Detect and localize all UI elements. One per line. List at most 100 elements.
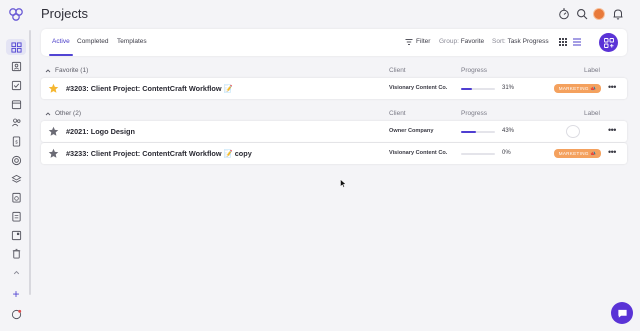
sidebar-item-dashboard[interactable] — [6, 39, 26, 55]
label-badge[interactable]: MARKETING 📣 — [554, 149, 601, 158]
sidebar-item-trash[interactable] — [10, 247, 22, 259]
tabs-toolbar: Active Completed Templates Filter Group:… — [41, 29, 627, 56]
progress-bar — [461, 88, 495, 90]
megaphone-emoji: 📣 — [590, 150, 597, 156]
sidebar-item-layers[interactable] — [10, 173, 22, 185]
project-row[interactable]: #3203: Client Project: ContentCraft Work… — [41, 78, 627, 99]
search-button[interactable] — [576, 8, 588, 20]
star-icon[interactable] — [48, 148, 59, 159]
client-name: Visionary Content Co. — [389, 85, 448, 91]
group-name: Favorite (1) — [55, 67, 89, 74]
sidebar-item-reports[interactable] — [10, 210, 22, 222]
sidebar-item-invoices[interactable]: $ — [10, 135, 22, 147]
sidebar: $ + — [0, 0, 32, 331]
chevron-up-icon — [13, 270, 19, 274]
filter-icon[interactable] — [405, 38, 413, 46]
progress-bar — [461, 153, 495, 155]
chevron-up-icon — [45, 69, 51, 73]
star-icon[interactable] — [48, 83, 59, 94]
progress-percent: 31% — [502, 85, 515, 91]
group-name: Other (2) — [55, 110, 82, 117]
board-icon — [11, 230, 21, 240]
tab-active[interactable]: Active — [52, 38, 70, 45]
sidebar-item-users[interactable] — [10, 116, 22, 128]
dashboard-icon — [10, 41, 22, 53]
project-title[interactable]: #3233: Client Project: ContentCraft Work… — [66, 149, 252, 158]
search-icon — [577, 9, 588, 20]
progress-percent: 43% — [502, 128, 515, 134]
contact-card-icon — [11, 61, 21, 71]
sidebar-scrollbar[interactable] — [29, 30, 31, 295]
column-header-label: Label — [584, 110, 600, 117]
group-by-button[interactable]: Group: Favorite — [439, 38, 484, 45]
app-logo[interactable] — [8, 6, 24, 22]
sidebar-item-boards[interactable] — [10, 229, 22, 241]
label-badge[interactable]: MARKETING 📣 — [554, 84, 601, 93]
progress-fill — [461, 131, 476, 133]
help-icon — [11, 309, 21, 319]
add-project-button[interactable] — [599, 33, 618, 52]
progress-bar — [461, 131, 495, 133]
mouse-cursor-icon — [340, 179, 347, 188]
invoice-icon: $ — [12, 135, 20, 147]
chevron-up-icon — [45, 112, 51, 116]
sidebar-collapse[interactable] — [10, 266, 22, 278]
column-header-progress: Progress — [461, 67, 488, 74]
progress-fill — [461, 88, 472, 90]
progress-percent: 0% — [502, 150, 511, 156]
column-header-label: Label — [584, 67, 600, 74]
label-text: MARKETING — [558, 151, 589, 156]
more-options-button[interactable]: ••• — [608, 148, 618, 157]
sidebar-item-timesheets[interactable] — [10, 191, 22, 203]
sidebar-help[interactable] — [10, 308, 22, 320]
chat-icon — [617, 309, 627, 318]
group-header-favorite[interactable]: Favorite (1) Client Progress Label — [41, 67, 627, 77]
project-row[interactable]: #2021: Logo Design Owner Company 43% ••• — [41, 121, 627, 142]
chat-support-button[interactable] — [611, 302, 633, 324]
bell-icon — [613, 9, 623, 20]
project-title[interactable]: #2021: Logo Design — [66, 127, 135, 136]
sidebar-item-tasks[interactable] — [10, 79, 22, 91]
tab-templates[interactable]: Templates — [117, 38, 147, 45]
add-label-button[interactable] — [566, 125, 580, 138]
group-header-other[interactable]: Other (2) Client Progress Label — [41, 110, 627, 120]
svg-text:$: $ — [15, 139, 18, 144]
filter-button[interactable]: Filter — [416, 38, 430, 45]
memo-emoji: 📝 — [223, 84, 233, 93]
client-name: Owner Company — [389, 128, 434, 134]
column-header-client: Client — [389, 110, 406, 117]
grid-view-icon[interactable] — [559, 38, 567, 46]
project-title-text: #3203: Client Project: ContentCraft Work… — [66, 84, 222, 93]
sort-button[interactable]: Sort: Task Progress — [492, 38, 549, 45]
plus-icon: + — [12, 287, 20, 301]
project-title-suffix: copy — [234, 149, 252, 158]
more-options-button[interactable]: ••• — [608, 83, 618, 92]
active-tab-indicator — [49, 54, 73, 56]
sort-value: Task Progress — [507, 38, 549, 45]
timer-button[interactable] — [558, 8, 570, 20]
project-title-text: #3233: Client Project: ContentCraft Work… — [66, 149, 222, 158]
checklist-icon — [11, 80, 21, 90]
project-title[interactable]: #3203: Client Project: ContentCraft Work… — [66, 84, 233, 93]
sort-key: Sort: — [492, 38, 506, 45]
users-icon — [11, 118, 20, 126]
column-header-progress: Progress — [461, 110, 488, 117]
list-view-icon[interactable] — [573, 38, 581, 46]
layers-icon — [11, 174, 21, 183]
timer-icon — [559, 8, 569, 20]
group-by-key: Group: — [439, 38, 459, 45]
star-icon[interactable] — [48, 126, 59, 137]
sidebar-item-calendar[interactable] — [10, 98, 22, 110]
notifications-button[interactable] — [612, 8, 624, 20]
group-by-value: Favorite — [460, 38, 485, 45]
clipboard-icon — [11, 211, 21, 222]
clipboard-clock-icon — [11, 192, 21, 203]
project-row[interactable]: #3233: Client Project: ContentCraft Work… — [41, 143, 627, 164]
sidebar-item-goals[interactable] — [10, 154, 22, 166]
tab-completed[interactable]: Completed — [77, 38, 108, 45]
sidebar-item-contacts[interactable] — [10, 60, 22, 72]
column-header-client: Client — [389, 67, 406, 74]
more-options-button[interactable]: ••• — [608, 126, 618, 135]
avatar[interactable] — [593, 8, 605, 20]
sidebar-add-button[interactable]: + — [10, 288, 22, 300]
